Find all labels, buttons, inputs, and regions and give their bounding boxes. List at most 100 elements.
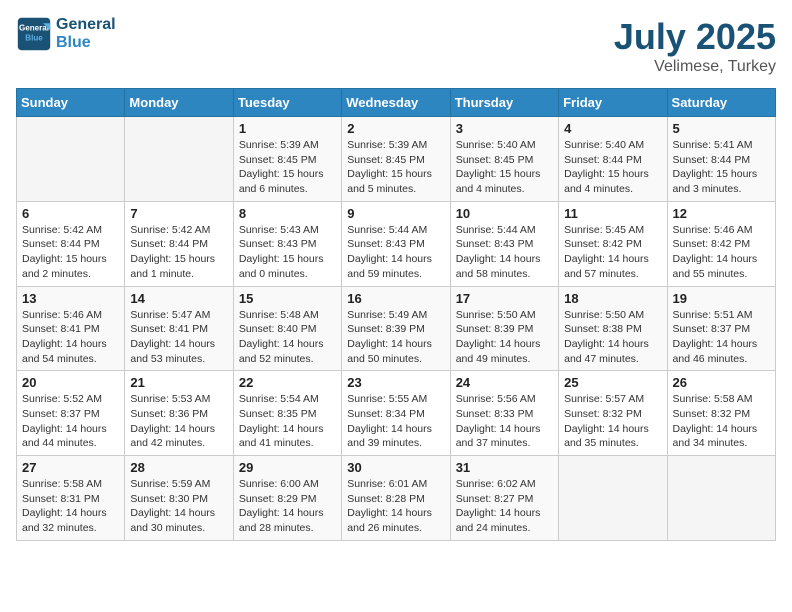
day-number: 3 [456, 121, 553, 136]
day-number: 20 [22, 375, 119, 390]
calendar-cell: 23 Sunrise: 5:55 AM Sunset: 8:34 PM Dayli… [342, 371, 450, 456]
day-number: 17 [456, 291, 553, 306]
calendar-cell: 9Sunrise: 5:44 AM Sunset: 8:43 PM Daylig… [342, 201, 450, 286]
day-number: 18 [564, 291, 661, 306]
calendar-cell: 20 Sunrise: 5:52 AM Sunset: 8:37 PM Dayli… [17, 371, 125, 456]
day-number: 8 [239, 206, 336, 221]
day-number: 28 [130, 460, 227, 475]
day-info: Sunrise: 5:54 AM Sunset: 8:35 PM Dayligh… [239, 392, 336, 451]
calendar-week-4: 27 Sunrise: 5:58 AM Sunset: 8:31 PM Dayli… [17, 456, 776, 541]
calendar-cell: 29Sunrise: 6:00 AM Sunset: 8:29 PM Dayli… [233, 456, 341, 541]
day-number: 11 [564, 206, 661, 221]
weekday-header-row: SundayMondayTuesdayWednesdayThursdayFrid… [17, 89, 776, 117]
day-number: 5 [673, 121, 770, 136]
svg-text:Blue: Blue [25, 33, 43, 42]
day-number: 7 [130, 206, 227, 221]
calendar-cell: 3 Sunrise: 5:40 AM Sunset: 8:45 PM Daylig… [450, 117, 558, 202]
calendar-cell: 30Sunrise: 6:01 AM Sunset: 8:28 PM Dayli… [342, 456, 450, 541]
calendar-cell: 28Sunrise: 5:59 AM Sunset: 8:30 PM Dayli… [125, 456, 233, 541]
calendar-cell [125, 117, 233, 202]
calendar-cell: 17 Sunrise: 5:50 AM Sunset: 8:39 PM Dayli… [450, 286, 558, 371]
logo-icon: General Blue [16, 16, 52, 52]
day-number: 25 [564, 375, 661, 390]
calendar-cell: 15 Sunrise: 5:48 AM Sunset: 8:40 PM Dayli… [233, 286, 341, 371]
calendar-week-2: 13 Sunrise: 5:46 AM Sunset: 8:41 PM Dayli… [17, 286, 776, 371]
calendar-cell: 10 Sunrise: 5:44 AM Sunset: 8:43 PM Dayli… [450, 201, 558, 286]
day-info: Sunrise: 5:46 AM Sunset: 8:41 PM Dayligh… [22, 308, 119, 367]
day-info: Sunrise: 5:56 AM Sunset: 8:33 PM Dayligh… [456, 392, 553, 451]
day-number: 26 [673, 375, 770, 390]
calendar-cell: 21 Sunrise: 5:53 AM Sunset: 8:36 PM Dayli… [125, 371, 233, 456]
calendar-cell: 26Sunrise: 5:58 AM Sunset: 8:32 PM Dayli… [667, 371, 775, 456]
day-number: 19 [673, 291, 770, 306]
day-number: 30 [347, 460, 444, 475]
day-info: Sunrise: 5:50 AM Sunset: 8:39 PM Dayligh… [456, 308, 553, 367]
calendar-cell [667, 456, 775, 541]
day-number: 15 [239, 291, 336, 306]
calendar-header: SundayMondayTuesdayWednesdayThursdayFrid… [17, 89, 776, 117]
day-number: 9 [347, 206, 444, 221]
day-info: Sunrise: 5:55 AM Sunset: 8:34 PM Dayligh… [347, 392, 444, 451]
weekday-header-thursday: Thursday [450, 89, 558, 117]
day-info: Sunrise: 5:42 AM Sunset: 8:44 PM Dayligh… [22, 223, 119, 282]
calendar-cell: 24Sunrise: 5:56 AM Sunset: 8:33 PM Dayli… [450, 371, 558, 456]
calendar-cell: 4 Sunrise: 5:40 AM Sunset: 8:44 PM Daylig… [559, 117, 667, 202]
day-info: Sunrise: 5:47 AM Sunset: 8:41 PM Dayligh… [130, 308, 227, 367]
day-info: Sunrise: 5:52 AM Sunset: 8:37 PM Dayligh… [22, 392, 119, 451]
calendar-cell: 5 Sunrise: 5:41 AM Sunset: 8:44 PM Daylig… [667, 117, 775, 202]
calendar-cell: 7 Sunrise: 5:42 AM Sunset: 8:44 PM Daylig… [125, 201, 233, 286]
day-number: 21 [130, 375, 227, 390]
weekday-header-friday: Friday [559, 89, 667, 117]
calendar-cell: 16 Sunrise: 5:49 AM Sunset: 8:39 PM Dayli… [342, 286, 450, 371]
calendar-cell: 6Sunrise: 5:42 AM Sunset: 8:44 PM Daylig… [17, 201, 125, 286]
day-info: Sunrise: 5:57 AM Sunset: 8:32 PM Dayligh… [564, 392, 661, 451]
day-number: 10 [456, 206, 553, 221]
month-title: July 2025 Velimese, Turkey [614, 16, 776, 76]
day-info: Sunrise: 5:49 AM Sunset: 8:39 PM Dayligh… [347, 308, 444, 367]
calendar-cell [17, 117, 125, 202]
day-info: Sunrise: 5:53 AM Sunset: 8:36 PM Dayligh… [130, 392, 227, 451]
day-number: 12 [673, 206, 770, 221]
day-number: 23 [347, 375, 444, 390]
day-info: Sunrise: 5:51 AM Sunset: 8:37 PM Dayligh… [673, 308, 770, 367]
calendar-cell: 11 Sunrise: 5:45 AM Sunset: 8:42 PM Dayli… [559, 201, 667, 286]
weekday-header-tuesday: Tuesday [233, 89, 341, 117]
calendar-table: SundayMondayTuesdayWednesdayThursdayFrid… [16, 88, 776, 541]
calendar-week-0: 1 Sunrise: 5:39 AM Sunset: 8:45 PM Daylig… [17, 117, 776, 202]
calendar-cell: 14Sunrise: 5:47 AM Sunset: 8:41 PM Dayli… [125, 286, 233, 371]
day-info: Sunrise: 5:40 AM Sunset: 8:45 PM Dayligh… [456, 138, 553, 197]
svg-text:General: General [19, 23, 49, 32]
day-number: 4 [564, 121, 661, 136]
weekday-header-monday: Monday [125, 89, 233, 117]
page-header: General Blue General Blue July 2025 Veli… [16, 16, 776, 76]
calendar-cell: 27 Sunrise: 5:58 AM Sunset: 8:31 PM Dayli… [17, 456, 125, 541]
day-number: 16 [347, 291, 444, 306]
calendar-cell [559, 456, 667, 541]
calendar-body: 1 Sunrise: 5:39 AM Sunset: 8:45 PM Daylig… [17, 117, 776, 541]
day-number: 27 [22, 460, 119, 475]
day-info: Sunrise: 5:44 AM Sunset: 8:43 PM Dayligh… [456, 223, 553, 282]
weekday-header-sunday: Sunday [17, 89, 125, 117]
day-number: 13 [22, 291, 119, 306]
day-info: Sunrise: 5:39 AM Sunset: 8:45 PM Dayligh… [347, 138, 444, 197]
weekday-header-wednesday: Wednesday [342, 89, 450, 117]
day-info: Sunrise: 5:58 AM Sunset: 8:31 PM Dayligh… [22, 477, 119, 536]
day-info: Sunrise: 6:02 AM Sunset: 8:27 PM Dayligh… [456, 477, 553, 536]
calendar-cell: 1 Sunrise: 5:39 AM Sunset: 8:45 PM Daylig… [233, 117, 341, 202]
day-number: 31 [456, 460, 553, 475]
calendar-cell: 19 Sunrise: 5:51 AM Sunset: 8:37 PM Dayli… [667, 286, 775, 371]
day-info: Sunrise: 5:39 AM Sunset: 8:45 PM Dayligh… [239, 138, 336, 197]
day-number: 1 [239, 121, 336, 136]
calendar-cell: 12 Sunrise: 5:46 AM Sunset: 8:42 PM Dayli… [667, 201, 775, 286]
day-info: Sunrise: 6:00 AM Sunset: 8:29 PM Dayligh… [239, 477, 336, 536]
calendar-week-1: 6Sunrise: 5:42 AM Sunset: 8:44 PM Daylig… [17, 201, 776, 286]
day-info: Sunrise: 5:40 AM Sunset: 8:44 PM Dayligh… [564, 138, 661, 197]
day-info: Sunrise: 5:46 AM Sunset: 8:42 PM Dayligh… [673, 223, 770, 282]
day-info: Sunrise: 5:41 AM Sunset: 8:44 PM Dayligh… [673, 138, 770, 197]
day-number: 2 [347, 121, 444, 136]
day-info: Sunrise: 5:48 AM Sunset: 8:40 PM Dayligh… [239, 308, 336, 367]
day-info: Sunrise: 5:42 AM Sunset: 8:44 PM Dayligh… [130, 223, 227, 282]
calendar-cell: 25 Sunrise: 5:57 AM Sunset: 8:32 PM Dayli… [559, 371, 667, 456]
day-info: Sunrise: 5:45 AM Sunset: 8:42 PM Dayligh… [564, 223, 661, 282]
day-info: Sunrise: 5:43 AM Sunset: 8:43 PM Dayligh… [239, 223, 336, 282]
